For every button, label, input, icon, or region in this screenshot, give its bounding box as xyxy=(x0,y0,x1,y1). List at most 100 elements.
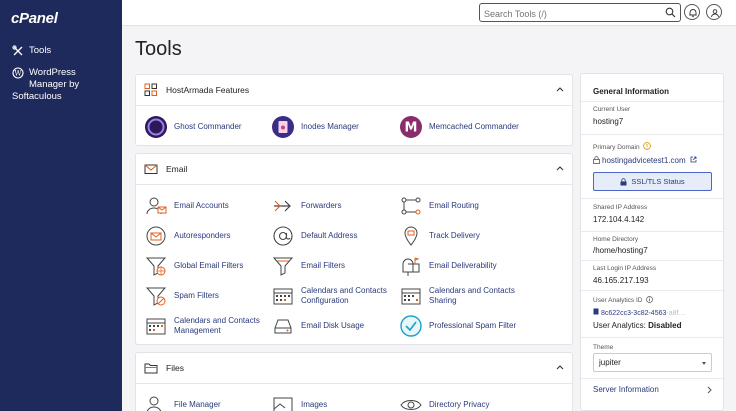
tool-label: Forwarders xyxy=(301,201,342,210)
inodes-manager-icon xyxy=(271,115,295,139)
tool-ghost-commander[interactable]: Ghost Commander xyxy=(144,115,242,139)
email-routing-icon xyxy=(399,194,423,218)
forwarders-icon xyxy=(271,194,295,218)
folder-icon xyxy=(144,363,158,374)
file-manager-icon xyxy=(144,393,168,411)
shared-ip-value: 172.104.4.142 xyxy=(593,215,645,224)
tool-inodes-manager[interactable]: Inodes Manager xyxy=(271,115,359,139)
tool-label: Memcached Commander xyxy=(429,122,519,131)
tool-email-accounts[interactable]: Email Accounts xyxy=(144,194,229,218)
analytics-id-label: User Analytics ID xyxy=(593,296,654,304)
chevron-right-icon[interactable] xyxy=(707,386,712,394)
spam-filter-icon xyxy=(144,284,168,308)
ssl-tls-status-button[interactable]: SSL/TLS Status xyxy=(593,172,712,191)
tool-global-email-filters[interactable]: Global Email Filters xyxy=(144,254,243,278)
notifications-button[interactable] xyxy=(684,4,700,20)
global-filter-icon xyxy=(144,254,168,278)
search-box[interactable] xyxy=(479,3,681,23)
theme-select[interactable]: jupiter xyxy=(593,353,712,372)
tool-email-disk-usage[interactable]: Email Disk Usage xyxy=(271,314,364,338)
tool-spam-filters[interactable]: Spam Filters xyxy=(144,284,219,308)
current-user-label: Current User xyxy=(593,106,631,113)
tool-memcached-commander[interactable]: M Memcached Commander xyxy=(399,115,519,139)
primary-domain-link[interactable]: hostingadvicetest1.com xyxy=(593,156,697,165)
external-link-icon[interactable] xyxy=(690,156,697,163)
sidebar-item-label-cont: Softaculous xyxy=(12,91,62,102)
chevron-up-icon[interactable] xyxy=(556,364,564,370)
home-directory-value: /home/hosting7 xyxy=(593,246,648,255)
tool-label: File Manager xyxy=(174,400,221,409)
ghost-commander-icon xyxy=(144,115,168,139)
dropdown-arrow-icon xyxy=(702,362,706,365)
warning-icon[interactable] xyxy=(643,142,652,150)
sidebar-item-tools[interactable]: Tools xyxy=(12,45,51,57)
sidebar-item-wordpress-manager[interactable]: W WordPress Manager by xyxy=(12,67,107,91)
tool-label: Directory Privacy xyxy=(429,400,490,409)
bell-icon xyxy=(688,8,697,17)
chevron-up-icon[interactable] xyxy=(556,165,564,171)
tool-label: Calendars and Contacts Management xyxy=(174,316,260,335)
panel-title: Files xyxy=(166,363,184,373)
shared-ip-label: Shared IP Address xyxy=(593,204,648,211)
tool-professional-spam-filter[interactable]: Professional Spam Filter xyxy=(399,314,516,338)
tool-label: Ghost Commander xyxy=(174,122,242,131)
sidebar-item-label: WordPress Manager by xyxy=(29,67,80,90)
autoresponders-icon xyxy=(144,224,168,248)
analytics-id-value[interactable]: 8c622cc3-3c82-4563-a8f… xyxy=(593,308,685,317)
tool-calendars-contacts-sharing[interactable]: Calendars and Contacts Sharing xyxy=(399,284,515,308)
hostarmada-panel-header[interactable]: HostArmada Features xyxy=(136,75,572,106)
tool-file-manager[interactable]: File Manager xyxy=(144,393,221,411)
theme-label: Theme xyxy=(593,344,614,351)
tool-label: Track Delivery xyxy=(429,231,480,240)
tool-calendars-contacts-management[interactable]: Calendars and Contacts Management xyxy=(144,314,260,338)
last-login-label: Last Login IP Address xyxy=(593,265,657,272)
tool-email-deliverability[interactable]: Email Deliverability xyxy=(399,254,497,278)
calendar-manage-icon xyxy=(144,314,168,338)
primary-domain-label: Primary Domain xyxy=(593,142,652,151)
tool-images[interactable]: Images xyxy=(271,393,327,411)
user-menu-button[interactable] xyxy=(706,4,722,20)
mailbox-icon xyxy=(399,254,423,278)
tool-label: Email Filters xyxy=(301,261,346,270)
files-panel-header[interactable]: Files xyxy=(136,353,572,384)
tool-label: Email Disk Usage xyxy=(301,321,365,330)
tool-label: Calendars and Contacts Configuration xyxy=(301,286,387,305)
search-input[interactable] xyxy=(480,5,660,23)
hostarmada-features-panel: HostArmada Features Ghost Commander Inod… xyxy=(135,74,573,146)
tool-directory-privacy[interactable]: Directory Privacy xyxy=(399,393,489,411)
top-bar xyxy=(122,0,736,26)
disk-usage-icon xyxy=(271,314,295,338)
at-sign-icon xyxy=(271,224,295,248)
search-icon[interactable] xyxy=(665,7,676,18)
info-icon[interactable] xyxy=(646,296,654,303)
calendar-icon xyxy=(271,284,295,308)
tool-label: Calendars and Contacts Sharing xyxy=(429,286,515,305)
sidebar: cPanel Tools W WordPress Manager by Soft… xyxy=(0,0,122,411)
email-panel-header[interactable]: Email xyxy=(136,154,572,185)
tool-label: Email Routing xyxy=(429,201,479,210)
tool-label: Images xyxy=(301,400,328,409)
calendar-share-icon xyxy=(399,284,423,308)
tool-track-delivery[interactable]: Track Delivery xyxy=(399,224,480,248)
tool-label: Email Accounts xyxy=(174,201,229,210)
chevron-up-icon[interactable] xyxy=(556,86,564,92)
tool-label: Inodes Manager xyxy=(301,122,359,131)
images-icon xyxy=(271,393,295,411)
current-user-value: hosting7 xyxy=(593,117,624,126)
tool-label: Default Address xyxy=(301,231,358,240)
email-panel: Email Email Accounts Forwarders Email Ro… xyxy=(135,153,573,345)
ssl-button-label: SSL/TLS Status xyxy=(631,177,685,186)
track-delivery-icon xyxy=(399,224,423,248)
tool-email-routing[interactable]: Email Routing xyxy=(399,194,479,218)
copy-icon[interactable] xyxy=(593,308,599,315)
eye-icon xyxy=(399,393,423,411)
tool-calendars-contacts-configuration[interactable]: Calendars and Contacts Configuration xyxy=(271,284,387,308)
tool-default-address[interactable]: Default Address xyxy=(271,224,357,248)
cpanel-logo[interactable]: cPanel xyxy=(11,10,58,27)
tool-forwarders[interactable]: Forwarders xyxy=(271,194,341,218)
memcached-commander-icon: M xyxy=(399,115,423,139)
page-title: Tools xyxy=(135,38,182,60)
tool-email-filters[interactable]: Email Filters xyxy=(271,254,345,278)
server-information-link[interactable]: Server Information xyxy=(593,385,659,394)
tool-autoresponders[interactable]: Autoresponders xyxy=(144,224,230,248)
